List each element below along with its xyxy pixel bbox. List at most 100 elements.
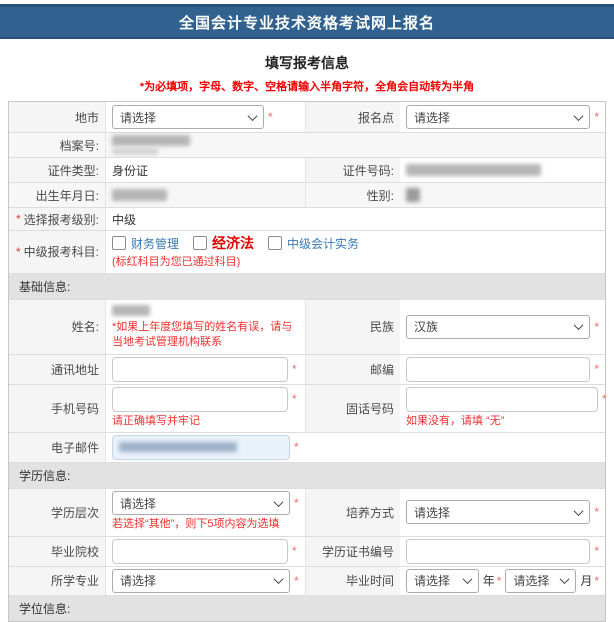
form-row-school: 毕业院校 * 学历证书编号 * [9,536,605,566]
city-select[interactable]: 请选择 [112,105,264,129]
name-label: 姓名: [9,300,106,354]
form-row-email: 电子邮件 * [9,432,605,462]
city-label: 地市 [9,102,106,132]
archive-no-label: 档案号: [9,133,106,157]
chevron-down-icon [248,111,258,121]
checkbox-unchecked-icon[interactable] [193,236,207,250]
major-select[interactable]: 请选择 [112,569,290,593]
ethnicity-label: 民族 [306,300,400,354]
app-title: 全国会计专业技术资格考试网上报名 [179,12,435,33]
birth-date-label: 出生年月日: [9,183,106,207]
subject-option-economic-law[interactable]: 经济法 [193,233,254,253]
section-degree-info: 学位信息: [9,595,605,621]
registration-form: 地市 请选择 * 报名点 请选择 * 档案号: [8,101,606,622]
required-asterisk: * [292,393,297,405]
grad-year-select[interactable]: 请选择 [406,569,479,593]
mobile-input[interactable] [112,387,288,412]
month-unit-label: 月 [580,572,592,589]
form-row-name: 姓名: *如果上年度您填写的姓名有误，请与当地考试管理机构联系 民族 汉族 * [9,299,605,354]
grad-time-label: 毕业时间 [306,567,400,595]
subject-option-finance[interactable]: 财务管理 [112,235,179,252]
required-asterisk: * [594,545,599,557]
required-asterisk: * [294,497,299,509]
form-row-archive: 档案号: [9,132,605,157]
address-input[interactable] [112,357,288,382]
id-type-label: 证件类型: [9,158,106,182]
form-row-birth: 出生年月日: 性别: [9,182,605,207]
required-fields-note: *为必填项，字母、数字、空格请输入半角字符，全角会自动转为半角 [0,78,614,94]
required-asterisk: * [292,545,297,557]
required-asterisk: * [497,575,502,587]
telephone-label: 固话号码 [306,385,400,432]
name-redacted-value [112,305,150,316]
subjects-label: * 中级报考科目: [9,231,106,273]
id-type-value: 身份证 [106,158,306,182]
archive-no-redacted-value [112,135,190,146]
required-asterisk: * [602,393,607,405]
edu-level-select[interactable]: 请选择 [112,491,290,515]
training-mode-select[interactable]: 请选择 [406,500,590,524]
edu-level-label: 学历层次 [9,489,106,536]
reg-point-label: 报名点 [306,102,400,132]
page-title: 填写报考信息 [0,53,614,73]
reg-point-select[interactable]: 请选择 [406,105,590,129]
exam-level-value: 中级 [106,208,605,230]
chevron-down-icon [462,575,472,585]
telephone-input[interactable] [406,387,598,412]
chevron-down-icon [574,506,584,516]
name-note: *如果上年度您填写的姓名有误，请与当地考试管理机构联系 [112,320,299,352]
required-asterisk: * [594,506,599,518]
address-label: 通讯地址 [9,355,106,384]
section-basic-info: 基础信息: [9,273,605,299]
checkbox-unchecked-icon[interactable] [112,236,126,250]
major-label: 所学专业 [9,567,106,595]
edu-level-note: 若选择“其他”，则下5项内容为选填 [112,517,279,533]
mobile-label: 手机号码 [9,385,106,432]
required-asterisk: * [294,575,299,587]
email-input[interactable] [112,435,290,460]
email-redacted-value [119,442,237,452]
required-asterisk: * [292,363,297,375]
chevron-down-icon [274,575,284,585]
form-row-phone: 手机号码 * 请正确填写并牢记 固话号码 * 如果没有，请填 “无” [9,384,605,432]
subjects-note: (标红科目为您已通过科目) [112,255,240,271]
section-education-info: 学历信息: [9,462,605,488]
grad-month-select[interactable]: 请选择 [505,569,576,593]
school-input[interactable] [112,539,288,564]
diploma-no-label: 学历证书编号 [306,537,400,566]
required-asterisk: * [16,245,21,259]
ethnicity-select[interactable]: 汉族 [406,315,590,339]
registration-page: 全国会计专业技术资格考试网上报名 填写报考信息 *为必填项，字母、数字、空格请输… [0,4,614,622]
required-asterisk: * [16,212,21,226]
form-row-exam-level: * 选择报考级别: 中级 [9,207,605,230]
archive-no-redacted-value [112,148,158,155]
id-number-label: 证件号码: [306,158,400,182]
postcode-label: 邮编 [306,355,400,384]
chevron-down-icon [274,497,284,507]
required-asterisk: * [594,321,599,333]
gender-label: 性别: [306,183,400,207]
postcode-input[interactable] [406,357,590,382]
form-row-edu-level: 学历层次 请选择 * 若选择“其他”，则下5项内容为选填 培养方式 请选择 * [9,488,605,536]
mobile-note: 请正确填写并牢记 [112,414,200,430]
chevron-down-icon [574,321,584,331]
training-mode-label: 培养方式 [306,489,400,536]
subject-option-intermediate-accounting[interactable]: 中级会计实务 [268,235,359,252]
checkbox-unchecked-icon[interactable] [268,236,282,250]
email-label: 电子邮件 [9,433,106,462]
school-label: 毕业院校 [9,537,106,566]
form-row-major: 所学专业 请选择 * 毕业时间 请选择 年 * 请选择 [9,566,605,595]
form-row-subjects: * 中级报考科目: 财务管理 经济法 中级会计实务 [9,230,605,273]
telephone-note: 如果没有，请填 “无” [406,414,504,430]
form-row-address: 通讯地址 * 邮编 * [9,354,605,384]
required-asterisk: * [594,575,599,587]
chevron-down-icon [574,111,584,121]
exam-level-label: * 选择报考级别: [9,208,106,230]
app-header: 全国会计专业技术资格考试网上报名 [0,4,614,39]
chevron-down-icon [560,575,570,585]
diploma-no-input[interactable] [406,539,590,564]
required-asterisk: * [268,111,273,123]
year-unit-label: 年 [483,572,495,589]
form-row-city: 地市 请选择 * 报名点 请选择 * [9,102,605,132]
gender-redacted-value [406,188,420,202]
